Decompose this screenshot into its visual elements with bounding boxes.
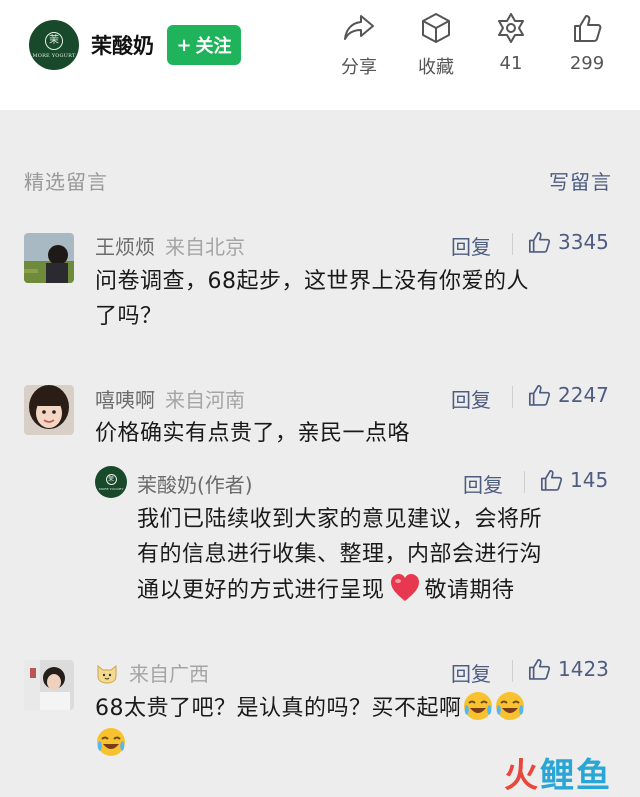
plus-icon: +	[176, 34, 192, 56]
favorite-cube-icon	[422, 13, 450, 43]
comment-text-line: 68太贵了吧？是认真的吗？买不起啊	[95, 690, 526, 726]
wow-count: 41	[499, 53, 523, 74]
reply-button[interactable]: 回复	[463, 469, 503, 498]
section-title: 精选留言	[24, 170, 108, 194]
wow-button[interactable]: 41	[481, 12, 541, 74]
reply-button[interactable]: 回复	[451, 231, 491, 260]
comment-location: 来自广西	[129, 662, 209, 686]
divider	[512, 386, 513, 408]
comment-avatar[interactable]	[24, 660, 74, 710]
comment-like-count: 3345	[558, 230, 609, 254]
divider	[524, 471, 525, 493]
follow-button[interactable]: + 关注	[167, 25, 241, 65]
comment-text-line: 了吗？	[95, 304, 163, 329]
comment-author: 王烦烦 来自北京	[95, 231, 245, 260]
avatar-photo	[24, 660, 74, 710]
divider	[512, 233, 513, 255]
avatar-photo	[24, 385, 74, 435]
comment-author-name: 王烦烦	[95, 235, 155, 259]
author-avatar[interactable]: 茉 MORE YOGURT	[95, 466, 127, 498]
comment-text-segment: 68太贵了吧？是认真的吗？买不起啊	[95, 696, 462, 721]
share-button[interactable]: 分享	[329, 12, 389, 79]
comment-like-count: 2247	[558, 383, 609, 407]
comment-text: 68太贵了吧？是认真的吗？买不起啊	[95, 690, 526, 762]
comment-text-line: 通以更好的方式进行呈现 敬请期待	[137, 572, 542, 608]
comment-like-count: 1423	[558, 657, 609, 681]
logo-text: MORE YOGURT	[32, 52, 76, 59]
watermark-logo: 火鲤鱼	[504, 748, 612, 797]
comment-location: 来自河南	[165, 388, 245, 412]
laugh-cry-emoji-icon	[495, 692, 524, 720]
account-name[interactable]: 茉酸奶	[91, 30, 154, 60]
comment-text-segment: 通以更好的方式进行呈现	[137, 578, 385, 603]
comment-author: 来自广西	[95, 658, 209, 687]
share-icon	[344, 15, 374, 40]
reply-button[interactable]: 回复	[451, 384, 491, 413]
comment-avatar[interactable]	[24, 385, 74, 435]
wow-star-icon	[498, 13, 524, 43]
favorite-label: 收藏	[418, 57, 454, 78]
logo-mark: 茉	[45, 31, 63, 50]
comment-text-segment: 敬请期待	[424, 578, 515, 603]
laugh-cry-emoji-icon	[463, 692, 492, 720]
comment-author-name: 嘻咦啊	[95, 388, 155, 412]
share-label: 分享	[341, 57, 377, 78]
comment-like-button[interactable]: 2247	[526, 382, 609, 408]
comment-text-line	[95, 726, 526, 762]
comment-avatar[interactable]	[24, 233, 74, 283]
red-heart-icon	[390, 574, 419, 601]
comment-location: 来自北京	[165, 235, 245, 259]
like-count: 299	[569, 53, 605, 74]
comment-text: 问卷调查，68起步，这世界上没有你爱的人 了吗？	[95, 264, 529, 334]
divider	[512, 660, 513, 682]
cat-face-icon	[97, 664, 117, 684]
comment-text-line: 问卷调查，68起步，这世界上没有你爱的人	[95, 269, 529, 294]
watermark-part: 鲤鱼	[540, 756, 612, 796]
author-reply-text: 我们已陆续收到大家的意见建议，会将所 有的信息进行收集、整理，内部会进行沟 通以…	[137, 502, 542, 608]
comment-text-line: 价格确实有点贵了，亲民一点咯	[95, 421, 411, 446]
thumbs-up-icon	[574, 15, 602, 42]
comment-text: 价格确实有点贵了，亲民一点咯	[95, 416, 410, 451]
account-avatar[interactable]: 茉 MORE YOGURT	[29, 20, 79, 70]
comment-author: 嘻咦啊 来自河南	[95, 384, 245, 413]
favorite-button[interactable]: 收藏	[406, 12, 466, 79]
avatar-photo	[24, 233, 74, 283]
comment-text-line: 我们已陆续收到大家的意见建议，会将所	[137, 507, 543, 532]
article-footer-bar: 茉 MORE YOGURT 茉酸奶 + 关注 分享 收藏 41 299	[0, 0, 640, 110]
follow-label: 关注	[195, 36, 232, 57]
thumbs-up-icon	[528, 384, 551, 406]
reply-button[interactable]: 回复	[451, 658, 491, 687]
comment-like-button[interactable]: 1423	[526, 656, 609, 682]
thumbs-up-icon	[528, 658, 551, 680]
comment-text-line: 有的信息进行收集、整理，内部会进行沟	[137, 542, 543, 567]
comment-like-count: 145	[570, 468, 609, 492]
thumbs-up-icon	[528, 231, 551, 253]
thumbs-up-icon	[540, 469, 563, 491]
author-name: 茉酸奶(作者)	[137, 473, 253, 497]
comment-like-button[interactable]: 145	[538, 467, 608, 493]
write-comment-button[interactable]: 写留言	[549, 166, 612, 195]
like-button[interactable]: 299	[557, 12, 617, 74]
logo-text: MORE YOGURT	[98, 486, 124, 491]
laugh-cry-emoji-icon	[97, 728, 125, 756]
watermark-part: 火	[504, 756, 540, 796]
comment-like-button[interactable]: 3345	[526, 229, 609, 255]
logo-mark: 茉	[105, 473, 117, 485]
